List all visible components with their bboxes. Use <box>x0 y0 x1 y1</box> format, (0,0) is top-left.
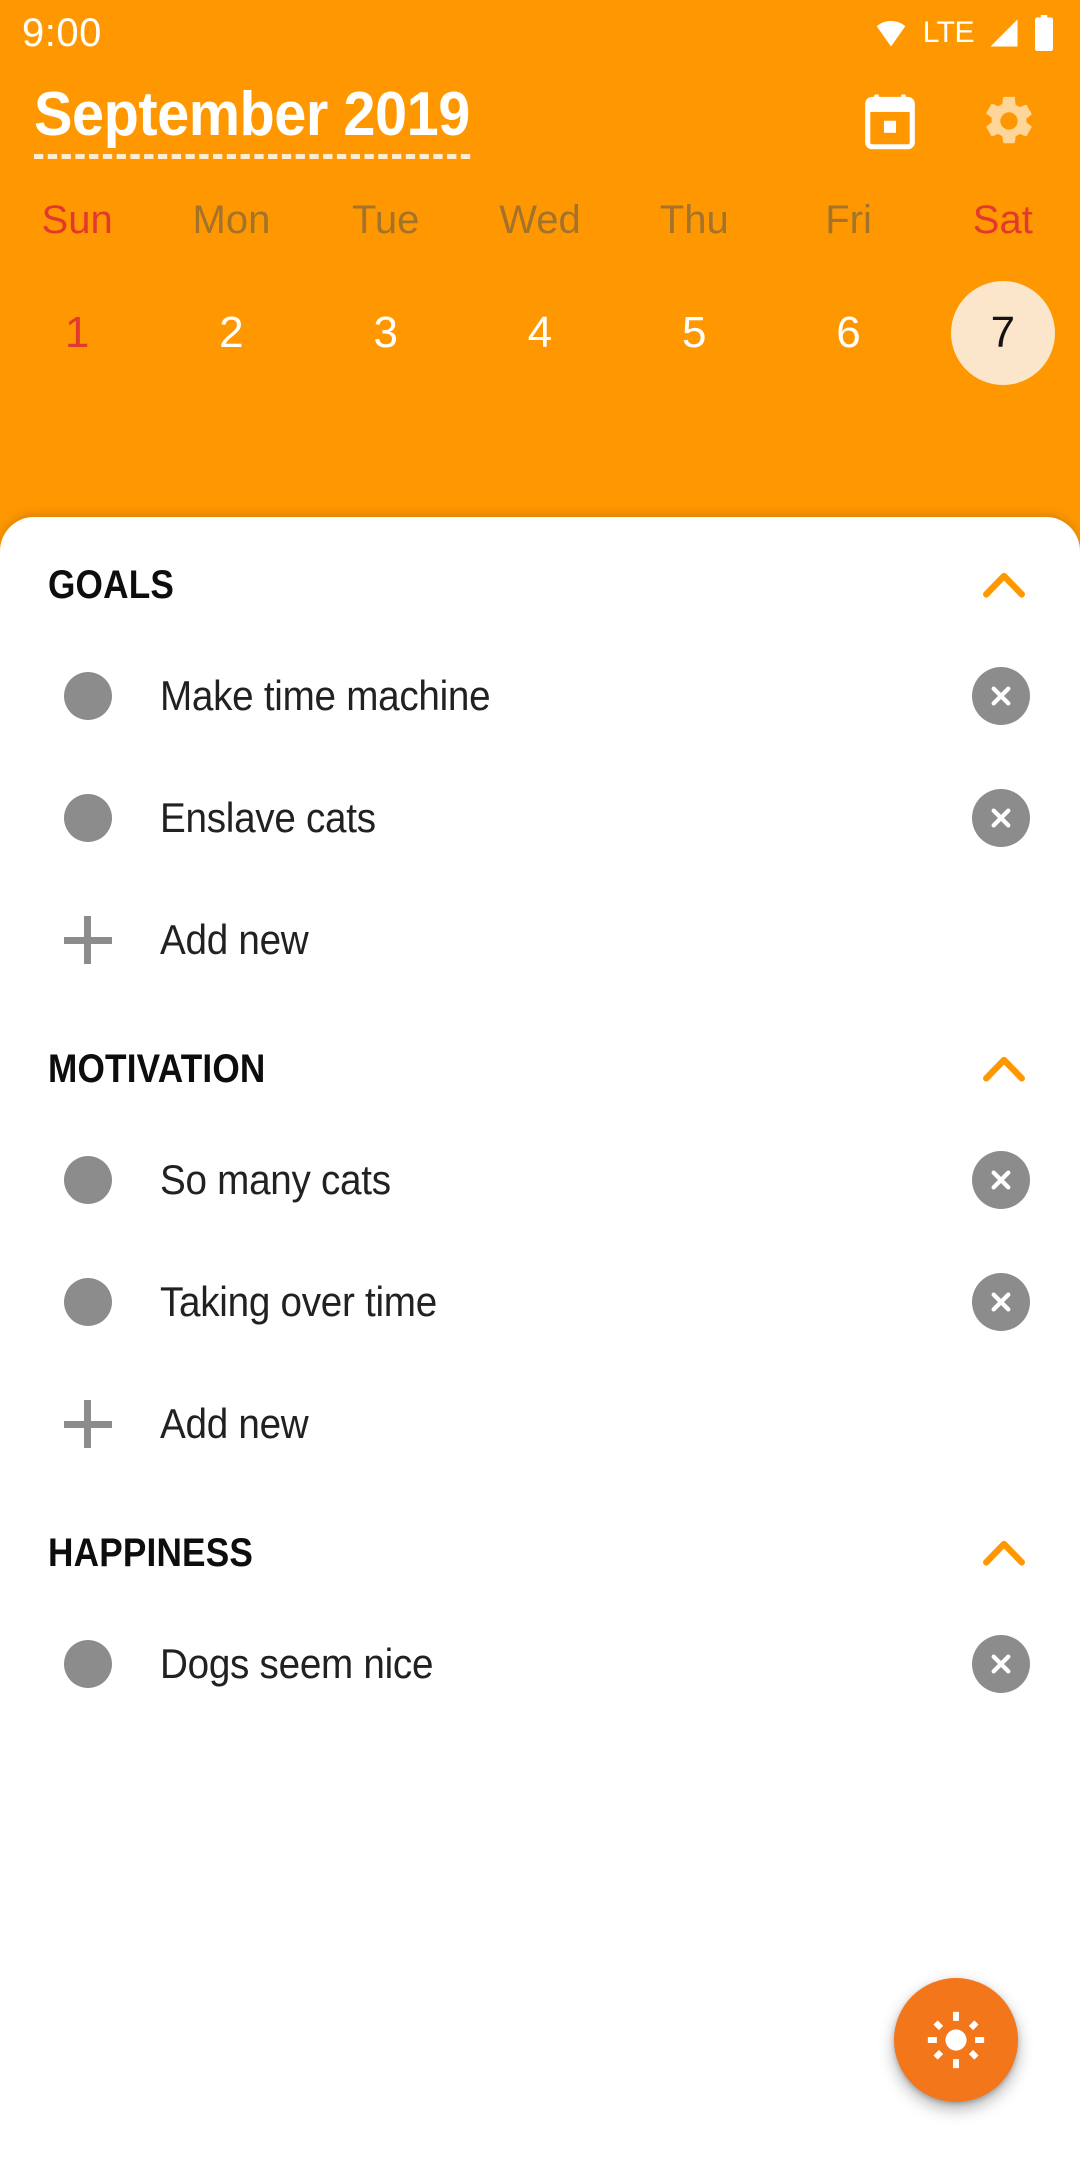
brightness-sun-icon <box>927 2011 985 2069</box>
list-item-label: Make time machine <box>160 672 491 719</box>
date-cell-6[interactable]: 6 <box>771 281 925 385</box>
plus-icon <box>64 1400 112 1448</box>
chevron-up-icon[interactable] <box>976 557 1032 613</box>
list-item-label: Enslave cats <box>160 794 376 841</box>
wifi-icon <box>876 21 905 47</box>
status-bar: 9:00 LTE <box>0 0 1080 66</box>
add-new-row-motivation[interactable]: Add new <box>48 1363 1032 1485</box>
app-screen: 9:00 LTE September 2019 Sun Mon Tue Wed … <box>0 0 1080 2160</box>
bullet-icon <box>64 1156 112 1204</box>
close-circle-icon[interactable] <box>972 1273 1030 1331</box>
add-new-label: Add new <box>160 1400 309 1447</box>
date-cell-3[interactable]: 3 <box>309 281 463 385</box>
day-of-week-fri: Fri <box>825 198 872 242</box>
chevron-up-icon[interactable] <box>976 1041 1032 1097</box>
date-cell-2[interactable]: 2 <box>154 281 308 385</box>
section-title: HAPPINESS <box>48 1530 254 1575</box>
close-circle-icon[interactable] <box>972 1635 1030 1693</box>
close-circle-icon[interactable] <box>972 1151 1030 1209</box>
date-number: 1 <box>64 308 90 357</box>
list-item-label: Dogs seem nice <box>160 1640 434 1687</box>
status-bar-indicators: LTE <box>872 15 1054 51</box>
date-number: 4 <box>527 308 553 357</box>
date-number: 6 <box>836 308 861 357</box>
bullet-icon <box>64 794 112 842</box>
section-header-motivation[interactable]: MOTIVATION <box>48 1001 1032 1093</box>
close-circle-icon[interactable] <box>972 667 1030 725</box>
battery-icon <box>1035 15 1053 51</box>
date-cell-1[interactable]: 1 <box>0 281 154 385</box>
list-item[interactable]: Dogs seem nice <box>48 1603 1032 1725</box>
date-number: 3 <box>373 308 398 357</box>
section-header-happiness[interactable]: HAPPINESS <box>48 1485 1032 1577</box>
close-circle-icon[interactable] <box>972 789 1030 847</box>
chevron-up-icon[interactable] <box>976 1525 1032 1581</box>
list-item[interactable]: Taking over time <box>48 1241 1032 1363</box>
content-list: GOALS Make time machine Enslave cats Add… <box>0 517 1080 1725</box>
app-header: September 2019 <box>0 66 1080 176</box>
date-cell-4[interactable]: 4 <box>463 281 617 385</box>
date-number: 5 <box>682 308 707 357</box>
bullet-icon <box>64 1278 112 1326</box>
day-of-week-row: Sun Mon Tue Wed Thu Fri Sat <box>0 176 1080 243</box>
list-item[interactable]: So many cats <box>48 1119 1032 1241</box>
day-of-week-mon: Mon <box>192 198 271 242</box>
add-new-row-goals[interactable]: Add new <box>48 879 1032 1001</box>
date-cell-5[interactable]: 5 <box>617 281 771 385</box>
section-header-goals[interactable]: GOALS <box>48 517 1032 609</box>
list-item[interactable]: Make time machine <box>48 635 1032 757</box>
signal-icon <box>990 19 1018 47</box>
day-of-week-wed: Wed <box>499 198 581 242</box>
section-title: GOALS <box>48 562 175 607</box>
brightness-fab-button[interactable] <box>894 1978 1018 2102</box>
bullet-icon <box>64 672 112 720</box>
status-bar-clock: 9:00 <box>22 10 102 55</box>
network-type-label: LTE <box>922 16 975 49</box>
content-card: GOALS Make time machine Enslave cats Add… <box>0 517 1080 2160</box>
gear-icon[interactable] <box>980 92 1038 150</box>
page-title[interactable]: September 2019 <box>34 83 470 159</box>
list-item-label: Taking over time <box>160 1278 437 1325</box>
day-of-week-tue: Tue <box>351 198 420 242</box>
calendar-icon[interactable] <box>862 92 918 150</box>
plus-icon <box>64 916 112 964</box>
day-of-week-thu: Thu <box>659 198 729 242</box>
add-new-label: Add new <box>160 916 309 963</box>
list-item-label: So many cats <box>160 1156 391 1203</box>
list-item[interactable]: Enslave cats <box>48 757 1032 879</box>
date-number: 2 <box>219 308 244 357</box>
date-cell-7[interactable]: 7 <box>926 281 1080 385</box>
bullet-icon <box>64 1640 112 1688</box>
header-actions <box>862 92 1046 150</box>
date-row: 1 2 3 4 5 6 7 <box>0 243 1080 385</box>
day-of-week-sun: Sun <box>41 198 113 242</box>
week-strip: Sun Mon Tue Wed Thu Fri Sat 1 2 3 4 5 6 … <box>0 176 1080 517</box>
section-title: MOTIVATION <box>48 1046 266 1091</box>
day-of-week-sat: Sat <box>972 198 1033 242</box>
date-number-selected: 7 <box>950 281 1055 385</box>
